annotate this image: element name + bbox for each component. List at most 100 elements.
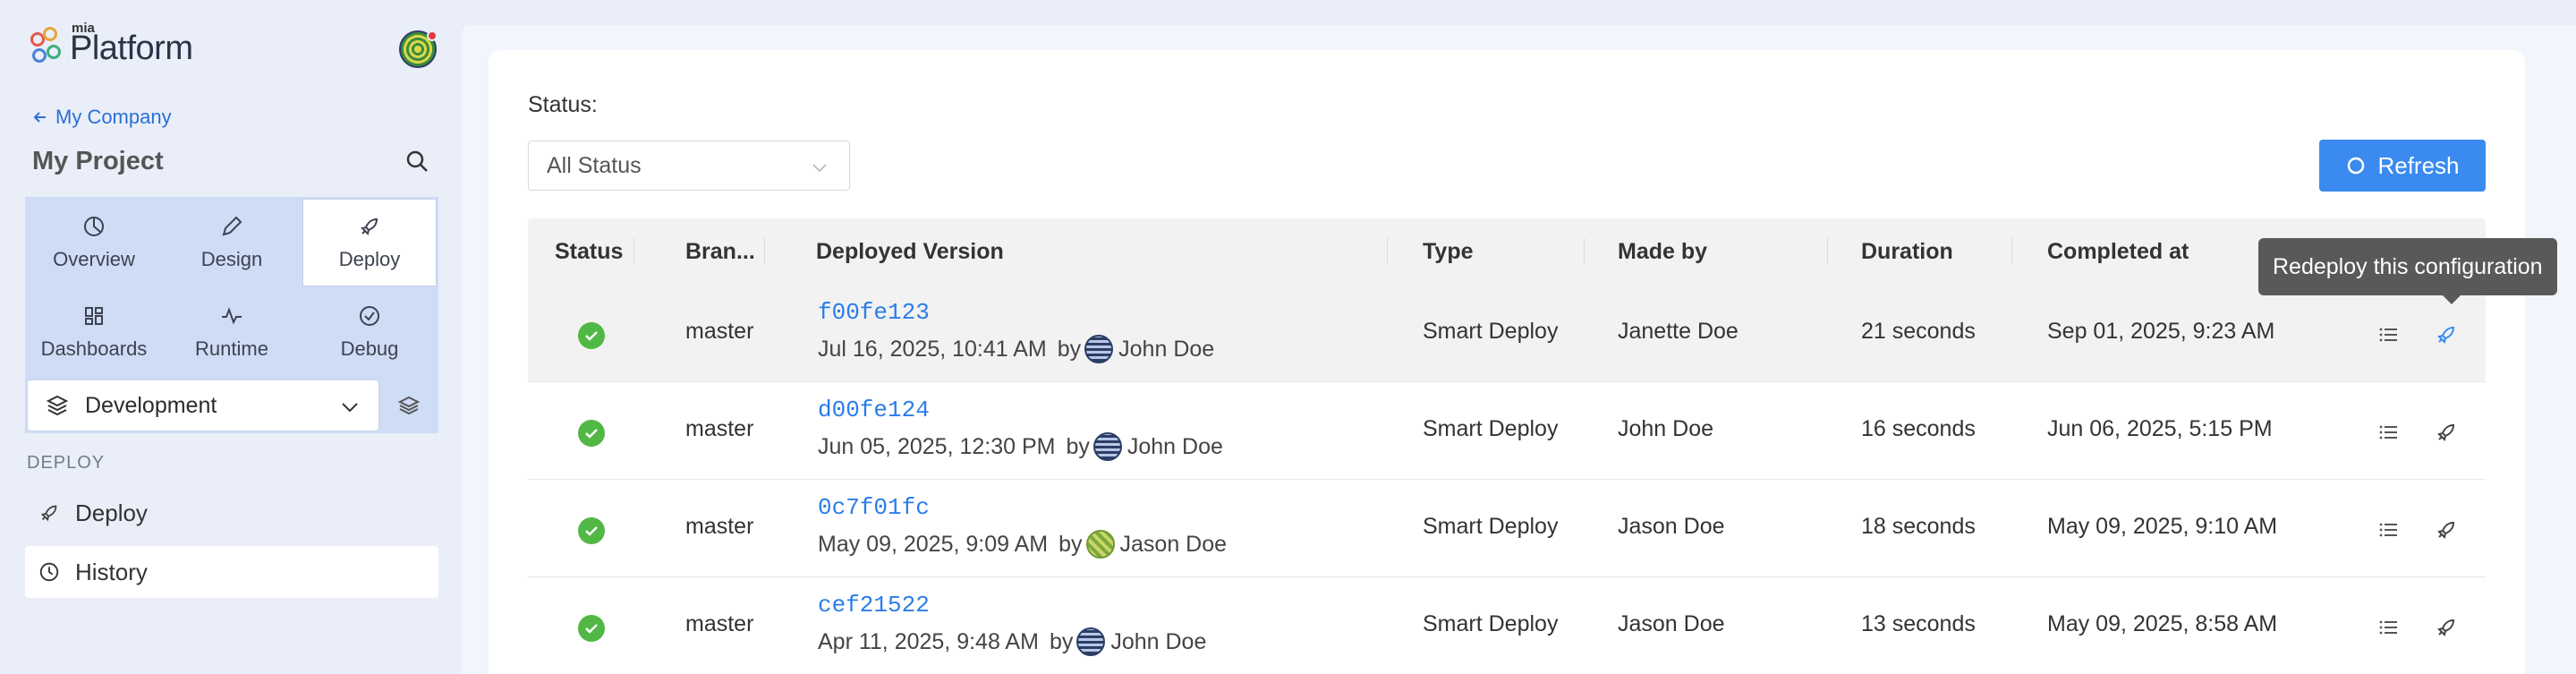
- branch-cell: master: [685, 416, 754, 441]
- chevron-down-icon: [342, 403, 358, 413]
- author-avatar: [1085, 530, 1115, 559]
- made-by-cell: Janette Doe: [1618, 319, 1739, 344]
- type-cell: Smart Deploy: [1423, 416, 1559, 441]
- completed-cell: Sep 01, 2025, 9:23 AM: [2047, 319, 2275, 344]
- back-link-label: My Company: [55, 106, 172, 128]
- refresh-icon: [2348, 157, 2365, 175]
- sidebar: mia Platform My Company My Project Overv…: [0, 0, 462, 674]
- nav-tile-dashboards[interactable]: Dashboards: [27, 288, 161, 376]
- column-header-deployed-version[interactable]: Deployed Version: [816, 218, 1004, 285]
- branch-cell: master: [685, 611, 754, 636]
- table-header: Status Bran... Deployed Version Type Mad…: [528, 218, 2486, 285]
- author-avatar: [1092, 432, 1122, 461]
- list-icon[interactable]: [2376, 420, 2402, 445]
- column-header-branch[interactable]: Bran...: [685, 218, 755, 285]
- refresh-label: Refresh: [2377, 151, 2460, 179]
- chevron-down-icon: [812, 164, 827, 173]
- redeploy-rocket-icon[interactable]: [2434, 322, 2459, 347]
- environment-select[interactable]: Development: [27, 380, 379, 431]
- commit-link[interactable]: 0c7f01fc: [818, 494, 930, 521]
- column-header-made-by[interactable]: Made by: [1618, 218, 1707, 285]
- author-avatar: [1084, 335, 1114, 363]
- author-name: John Doe: [1126, 433, 1223, 459]
- column-header-completed-at[interactable]: Completed at: [2047, 218, 2189, 285]
- type-cell: Smart Deploy: [1423, 611, 1559, 636]
- nav-tile-label: Design: [200, 248, 263, 270]
- environment-stack-icon[interactable]: [394, 390, 424, 421]
- nav-tile-debug[interactable]: Debug: [302, 288, 437, 376]
- nav-tile-runtime[interactable]: Runtime: [165, 288, 299, 376]
- duration-cell: 13 seconds: [1861, 611, 1976, 636]
- rocket-icon: [361, 218, 378, 235]
- logo-icon: [30, 27, 66, 70]
- nav-tile-label: Overview: [53, 248, 135, 270]
- completed-cell: May 09, 2025, 9:10 AM: [2047, 514, 2278, 539]
- tooltip-arrow: [2443, 295, 2461, 304]
- status-filter-select[interactable]: All Status: [528, 141, 850, 191]
- nav-tile-label: Dashboards: [40, 337, 148, 360]
- table-row[interactable]: master 0c7f01fc May 09, 2025, 9:09 AM by…: [528, 480, 2486, 577]
- branch-cell: master: [685, 319, 754, 344]
- logo-small-text: mia: [72, 20, 95, 36]
- type-cell: Smart Deploy: [1423, 319, 1559, 344]
- commit-link[interactable]: d00fe124: [818, 397, 930, 423]
- table-row[interactable]: master f00fe123 Jul 16, 2025, 10:41 AM b…: [528, 285, 2486, 382]
- sidebar-item-label: Deploy: [75, 499, 148, 526]
- duration-cell: 21 seconds: [1861, 319, 1976, 344]
- refresh-button[interactable]: Refresh: [2319, 140, 2486, 192]
- deploy-date: Apr 11, 2025, 9:48 AM: [818, 628, 1039, 654]
- sidebar-item-deploy[interactable]: Deploy: [25, 487, 438, 539]
- redeploy-rocket-icon[interactable]: [2434, 517, 2459, 542]
- duration-cell: 18 seconds: [1861, 514, 1976, 539]
- table-row[interactable]: master cef21522 Apr 11, 2025, 9:48 AM by…: [528, 577, 2486, 674]
- clock-icon: [39, 562, 59, 582]
- nav-tile-label: Debug: [340, 337, 399, 360]
- redeploy-tooltip: Redeploy this configuration: [2258, 238, 2557, 295]
- pencil-icon: [222, 216, 242, 236]
- rocket-icon: [40, 505, 57, 522]
- column-header-duration[interactable]: Duration: [1861, 218, 1953, 285]
- sidebar-item-label: History: [75, 558, 148, 585]
- by-label: by: [1058, 531, 1083, 557]
- success-check-icon: [578, 615, 605, 642]
- redeploy-rocket-icon[interactable]: [2434, 420, 2459, 445]
- commit-link[interactable]: f00fe123: [818, 299, 930, 326]
- project-title: My Project: [32, 147, 164, 175]
- mia-platform-logo[interactable]: mia Platform: [30, 21, 193, 70]
- made-by-cell: Jason Doe: [1618, 611, 1725, 636]
- nav-tile-deploy[interactable]: Deploy: [302, 199, 437, 286]
- dashboard-icon: [85, 307, 103, 325]
- duration-cell: 16 seconds: [1861, 416, 1976, 441]
- search-icon[interactable]: [404, 149, 431, 175]
- author-avatar: [1076, 627, 1106, 656]
- back-to-company-link[interactable]: My Company: [32, 106, 172, 129]
- layers-icon: [46, 395, 69, 416]
- column-header-type[interactable]: Type: [1423, 218, 1474, 285]
- author-name: John Doe: [1118, 336, 1215, 362]
- made-by-cell: John Doe: [1618, 416, 1714, 441]
- list-icon[interactable]: [2376, 615, 2402, 640]
- pulse-icon: [222, 307, 242, 325]
- nav-tile-design[interactable]: Design: [165, 199, 299, 286]
- redeploy-rocket-icon[interactable]: [2434, 615, 2459, 640]
- section-label-deploy: DEPLOY: [27, 453, 106, 473]
- success-check-icon: [578, 322, 605, 349]
- by-label: by: [1066, 433, 1090, 459]
- sidebar-item-history[interactable]: History: [25, 546, 438, 598]
- status-filter-label: Status:: [528, 92, 598, 117]
- nav-tile-label: Deploy: [338, 248, 401, 270]
- by-label: by: [1057, 336, 1082, 362]
- commit-link[interactable]: cef21522: [818, 592, 930, 619]
- status-filter-value: All Status: [547, 152, 642, 178]
- environment-value: Development: [85, 392, 217, 418]
- user-avatar[interactable]: [399, 30, 438, 68]
- list-icon[interactable]: [2376, 322, 2402, 347]
- column-header-status[interactable]: Status: [555, 218, 623, 285]
- nav-tile-label: Runtime: [195, 337, 268, 360]
- deploy-date: Jun 05, 2025, 12:30 PM: [818, 433, 1056, 459]
- list-icon[interactable]: [2376, 517, 2402, 542]
- table-row[interactable]: master d00fe124 Jun 05, 2025, 12:30 PM b…: [528, 382, 2486, 480]
- notification-dot: [427, 30, 438, 41]
- deploy-date: Jul 16, 2025, 10:41 AM: [818, 336, 1047, 362]
- nav-tile-overview[interactable]: Overview: [27, 199, 161, 286]
